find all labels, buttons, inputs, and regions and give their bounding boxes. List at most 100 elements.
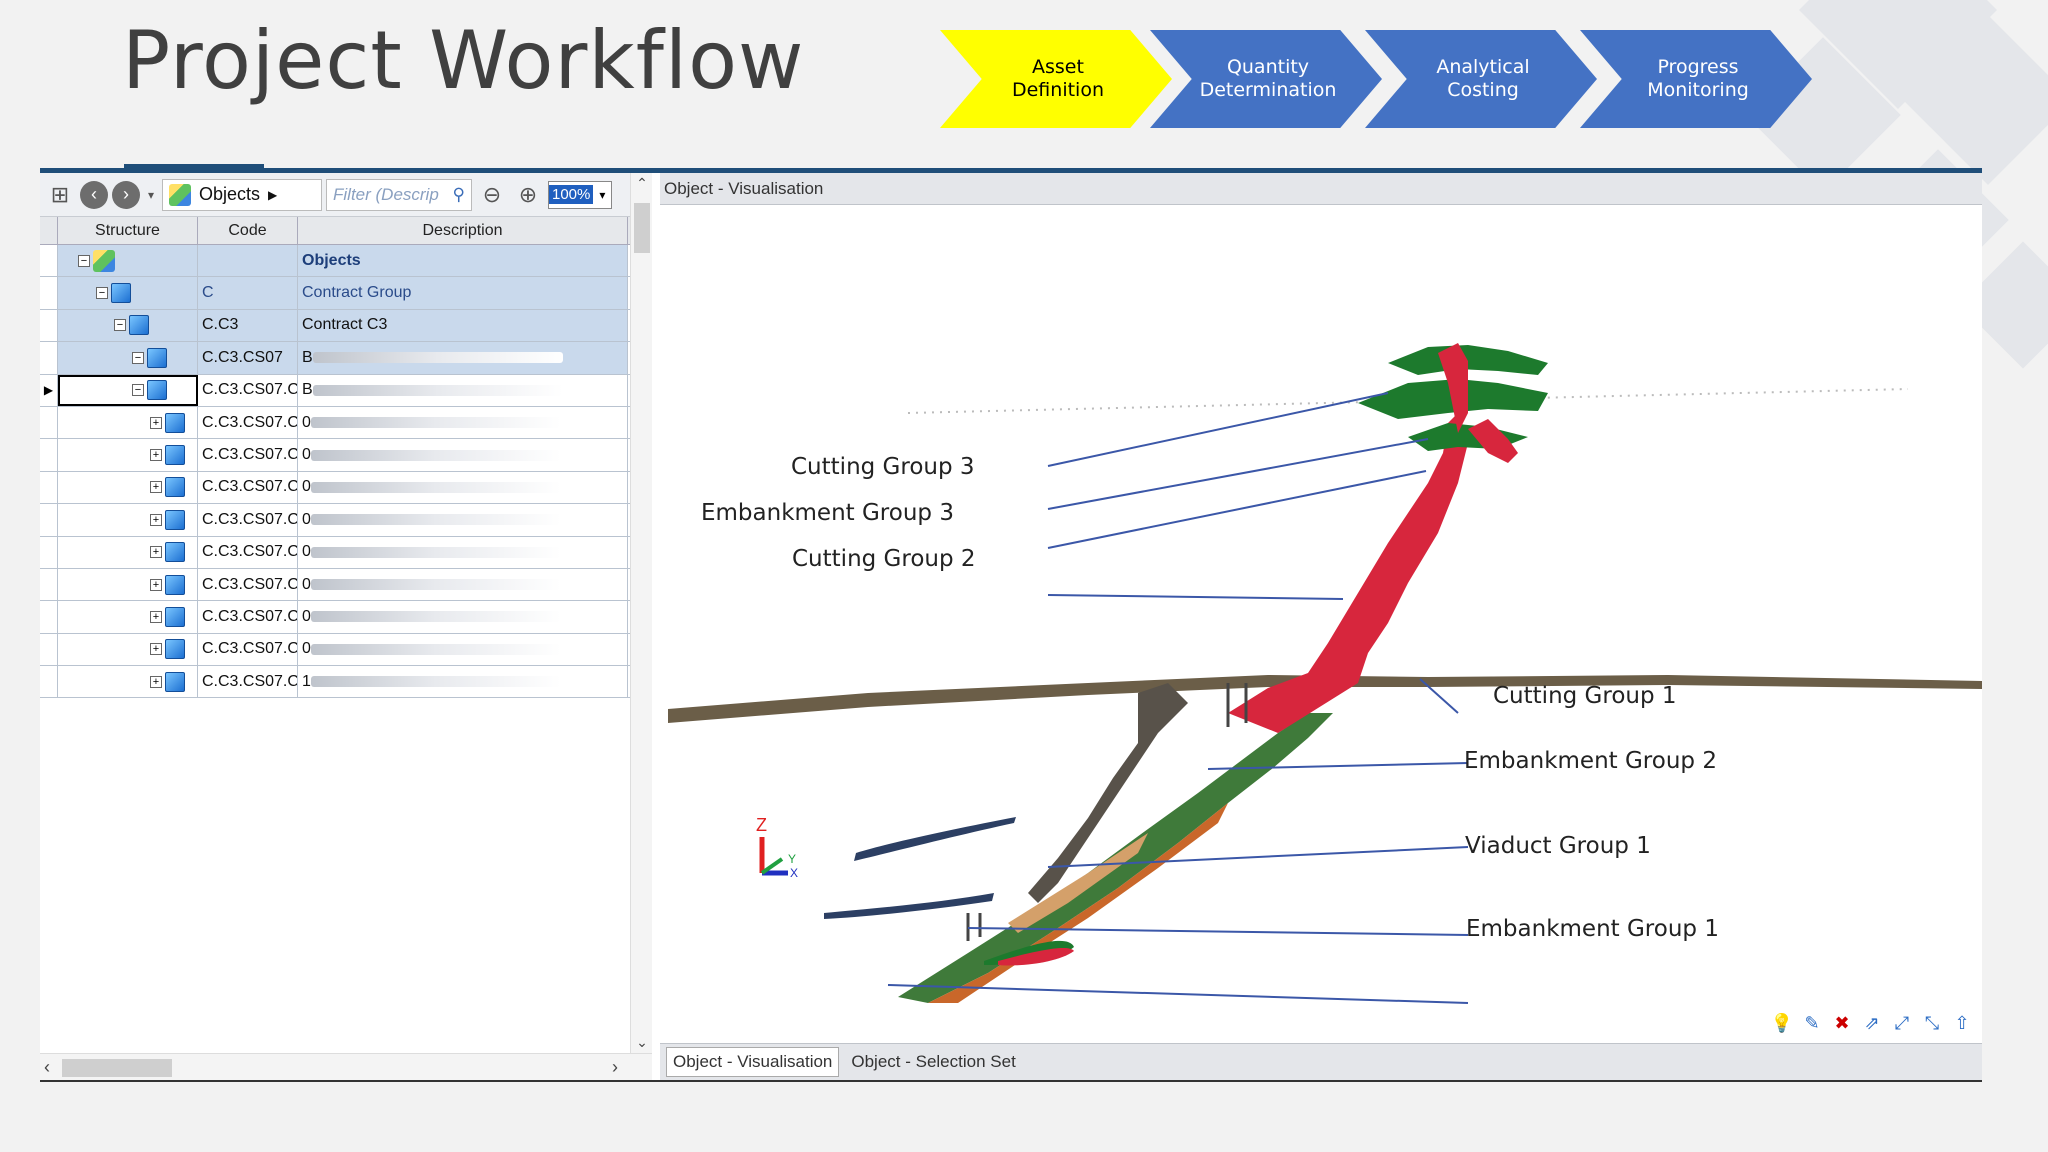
table-row[interactable]: − Objects <box>40 245 630 278</box>
3d-model-render: Z Y X <box>668 343 1982 1004</box>
grid-rows: − Objects − C Contract Group − C.C3 Cont… <box>40 245 630 699</box>
link-icon[interactable]: ⇗ <box>1860 1011 1884 1035</box>
collapse-icon[interactable]: − <box>132 351 144 364</box>
expand-view-icon[interactable]: ⤢ <box>1890 1011 1914 1035</box>
collapse-icon[interactable]: − <box>78 254 90 267</box>
tab-object-visualisation[interactable]: Object - Visualisation <box>666 1047 840 1077</box>
column-header-code[interactable]: Code <box>198 217 298 244</box>
filter-placeholder: Filter (Descrip <box>333 184 439 204</box>
grid-gutter-header <box>40 217 58 244</box>
redacted-text <box>310 481 561 493</box>
expand-icon[interactable]: + <box>150 513 162 526</box>
chevron-right-icon: ▶ <box>268 187 278 202</box>
workflow-step-analytical-costing: Analytical Costing <box>1365 30 1597 128</box>
redacted-text <box>312 352 563 364</box>
expand-icon[interactable]: + <box>150 578 162 591</box>
table-row[interactable]: − C.C3 Contract C3 <box>40 309 630 343</box>
collapse-icon[interactable]: − <box>96 287 108 300</box>
tab-object-selection-set[interactable]: Object - Selection Set <box>845 1048 1021 1076</box>
expand-icon[interactable]: + <box>150 643 162 656</box>
objects-icon <box>169 183 191 206</box>
table-row[interactable]: − C.C3.CS07 B <box>40 342 630 375</box>
delete-icon[interactable]: ✖ <box>1830 1011 1854 1035</box>
viewport-toolbar: 💡 ✎ ✖ ⇗ ⤢ ⤡ ⇧ <box>1770 1011 1974 1035</box>
cube-icon <box>129 315 149 336</box>
cube-icon <box>147 380 167 401</box>
current-row-icon: ▶ <box>40 374 58 406</box>
workflow-step-quantity-determination: Quantity Determination <box>1150 30 1382 128</box>
redacted-text <box>310 643 561 655</box>
scroll-right-icon[interactable]: › <box>612 1057 618 1078</box>
table-row[interactable]: + C.C3.CS07.CL 0 <box>40 633 630 667</box>
forward-icon[interactable]: › <box>112 180 140 209</box>
zoom-in-icon[interactable]: ⊕ <box>512 179 544 211</box>
3d-viewport[interactable]: Z Y X Cutting Group 3 Embankment Group 3… <box>668 213 1982 1043</box>
scroll-up-icon[interactable]: ⌃ <box>631 175 653 192</box>
tree-structure-icon[interactable]: ⊞ <box>44 179 76 211</box>
table-row[interactable]: + C.C3.CS07.CL 0 <box>40 601 630 634</box>
app-window: ⊞ ‹ › ▾ Objects ▶ Filter (Descrip ⚲ ⊖ ⊕ … <box>40 168 1982 1082</box>
redacted-text <box>310 676 561 688</box>
expand-icon[interactable]: + <box>150 416 162 429</box>
label-embankment-group-3: Embankment Group 3 <box>701 500 954 526</box>
table-row[interactable]: + C.C3.CS07.CL 1 <box>40 666 630 699</box>
upload-icon[interactable]: ⇧ <box>1950 1011 1974 1035</box>
edit-icon[interactable]: ✎ <box>1800 1011 1824 1035</box>
label-cutting-group-1: Cutting Group 1 <box>1493 683 1677 709</box>
chevron-down-icon: ▾ <box>599 187 606 202</box>
redacted-text <box>310 579 561 591</box>
scroll-thumb[interactable] <box>634 203 650 253</box>
workflow-chevrons: Asset Definition Quantity Determination … <box>940 30 1820 128</box>
cube-icon <box>165 671 185 692</box>
cube-icon <box>165 574 185 595</box>
table-row-selected[interactable]: ▶ − C.C3.CS07.CL B <box>40 374 630 407</box>
visualisation-panel: Object - Visualisation Z Y X Cutting Gro… <box>660 173 1982 1080</box>
object-tree-panel: ⊞ ‹ › ▾ Objects ▶ Filter (Descrip ⚲ ⊖ ⊕ … <box>40 173 630 1080</box>
cube-icon <box>165 639 185 660</box>
redacted-text <box>310 417 561 429</box>
zoom-select[interactable]: 100% ▾ <box>548 180 612 209</box>
label-embankment-group-2: Embankment Group 2 <box>1464 748 1717 774</box>
cube-icon <box>165 477 185 498</box>
expand-icon[interactable]: + <box>150 449 162 462</box>
zoom-extents-icon[interactable]: ⤡ <box>1920 1011 1944 1035</box>
cube-icon <box>165 542 185 563</box>
workflow-step-asset-definition: Asset Definition <box>940 30 1172 128</box>
cube-icon <box>147 347 167 368</box>
scroll-thumb[interactable] <box>62 1059 172 1077</box>
tree-vertical-scrollbar[interactable]: ⌃ ⌄ <box>630 173 652 1053</box>
objects-selector-label: Objects <box>199 184 261 204</box>
tree-toolbar: ⊞ ‹ › ▾ Objects ▶ Filter (Descrip ⚲ ⊖ ⊕ … <box>40 173 630 217</box>
table-row[interactable]: + C.C3.CS07.CL 0 <box>40 471 630 505</box>
table-row[interactable]: + C.C3.CS07.CL 0 <box>40 504 630 537</box>
expand-icon[interactable]: + <box>150 610 162 623</box>
cube-icon <box>165 606 185 627</box>
history-dropdown-icon[interactable]: ▾ <box>144 179 158 211</box>
tree-horizontal-scrollbar[interactable]: ‹ › <box>40 1053 652 1080</box>
collapse-icon[interactable]: − <box>114 319 126 332</box>
visualisation-panel-title: Object - Visualisation <box>660 173 1982 205</box>
scroll-left-icon[interactable]: ‹ <box>44 1057 50 1078</box>
filter-input[interactable]: Filter (Descrip ⚲ <box>326 178 472 211</box>
search-icon: ⚲ <box>452 184 465 204</box>
zoom-out-icon[interactable]: ⊖ <box>476 179 508 211</box>
collapse-icon[interactable]: − <box>132 384 144 397</box>
label-viaduct-group-1: Viaduct Group 1 <box>1465 833 1651 859</box>
back-icon[interactable]: ‹ <box>80 180 108 209</box>
expand-icon[interactable]: + <box>150 546 162 559</box>
table-row[interactable]: + C.C3.CS07.CL 0 <box>40 536 630 569</box>
expand-icon[interactable]: + <box>150 481 162 494</box>
table-row[interactable]: − C Contract Group <box>40 277 630 310</box>
column-header-description[interactable]: Description <box>298 217 628 244</box>
table-row[interactable]: + C.C3.CS07.CL 0 <box>40 568 630 602</box>
column-header-structure[interactable]: Structure <box>58 217 198 244</box>
scroll-down-icon[interactable]: ⌄ <box>631 1034 653 1051</box>
redacted-text <box>310 611 561 623</box>
objects-selector[interactable]: Objects ▶ <box>162 178 322 211</box>
table-row[interactable]: + C.C3.CS07.CL 0 <box>40 406 630 440</box>
lightbulb-icon[interactable]: 💡 <box>1770 1011 1794 1035</box>
cube-icon <box>165 509 185 530</box>
grid-header: Structure Code Description <box>40 217 630 245</box>
table-row[interactable]: + C.C3.CS07.CL 0 <box>40 439 630 472</box>
expand-icon[interactable]: + <box>150 675 162 688</box>
